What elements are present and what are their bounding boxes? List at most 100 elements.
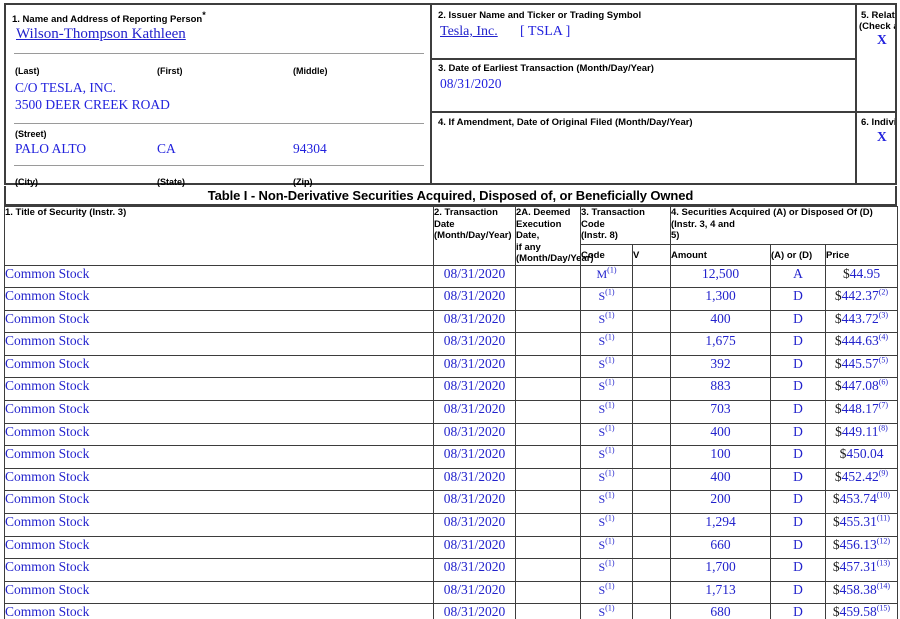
box5-checkbox-director[interactable]: X — [877, 32, 887, 48]
cell-price: $449.11(8) — [825, 422, 898, 447]
cell-a-or-d: D — [770, 558, 826, 582]
box1-label: 1. Name and Address of Reporting Person* — [12, 10, 206, 26]
cell-price: $443.72(3) — [825, 309, 898, 334]
cell-amount: 1,294 — [670, 513, 771, 537]
cell-price: $445.57(5) — [825, 354, 898, 379]
cell-title-of-security: Common Stock — [4, 332, 434, 356]
cell-transaction-code: S(1) — [580, 603, 633, 619]
cell-v-flag — [632, 535, 671, 560]
th-deemed-execution-date: 2A. Deemed Execution Date, if any (Month… — [515, 206, 594, 266]
table-row: Common Stock 08/31/2020 S(1) 703 D $448.17(7) — [4, 400, 898, 424]
cell-v-flag — [632, 354, 671, 379]
cell-deemed-date — [515, 490, 581, 515]
cell-amount: 1,675 — [670, 332, 771, 356]
street-line-2: 3500 DEER CREEK ROAD — [15, 97, 170, 112]
cell-price: $452.42(9) — [825, 467, 898, 492]
table1-body: Common Stock 08/31/2020 M(1) 12,500 A $44.95 C… — [4, 264, 898, 619]
cell-v-flag — [632, 400, 671, 424]
reporting-person-name-link[interactable]: Wilson-Thompson Kathleen — [16, 26, 186, 43]
box234-column: 2. Issuer Name and Ticker or Trading Sym… — [432, 5, 857, 183]
cell-transaction-code: M(1) — [580, 264, 633, 289]
cell-amount: 400 — [670, 422, 771, 447]
table-row: Common Stock 08/31/2020 S(1) 1,675 D $444.63(… — [4, 332, 898, 356]
table-row: Common Stock 08/31/2020 S(1) 400 D $449.11(8) — [4, 422, 898, 447]
cell-transaction-code: S(1) — [580, 445, 633, 469]
table-row: Common Stock 08/31/2020 S(1) 1,294 D $455.31(… — [4, 513, 898, 537]
cell-transaction-date: 08/31/2020 — [433, 309, 516, 334]
form4-page: 1. Name and Address of Reporting Person*… — [0, 0, 900, 619]
cell-deemed-date — [515, 513, 581, 537]
table1-header-row-1: 1. Title of Security (Instr. 3) 2. Trans… — [4, 205, 898, 266]
cell-title-of-security: Common Stock — [4, 377, 434, 402]
cell-deemed-date — [515, 377, 581, 402]
cell-transaction-date: 08/31/2020 — [433, 264, 516, 289]
table1-title: Table I - Non-Derivative Securities Acqu… — [4, 186, 897, 206]
cell-price: $44.95 — [825, 264, 898, 289]
cell-transaction-date: 08/31/2020 — [433, 445, 516, 469]
cell-transaction-code: S(1) — [580, 354, 633, 379]
cell-title-of-security: Common Stock — [4, 354, 434, 379]
cell-title-of-security: Common Stock — [4, 490, 434, 515]
box2-label: 2. Issuer Name and Ticker or Trading Sym… — [438, 10, 642, 21]
table-row: Common Stock 08/31/2020 S(1) 1,713 D $458.38(… — [4, 580, 898, 605]
cell-amount: 200 — [670, 490, 771, 515]
sublabel-first: (First) — [157, 66, 183, 76]
earliest-transaction-date: 08/31/2020 — [440, 76, 502, 91]
sublabel-middle: (Middle) — [293, 66, 328, 76]
cell-a-or-d: D — [770, 309, 826, 334]
cell-a-or-d: D — [770, 513, 826, 537]
box3-box4-divider — [432, 111, 857, 113]
street-line-1: C/O TESLA, INC. — [15, 80, 117, 95]
cell-price: $457.31(13) — [825, 558, 898, 582]
cell-title-of-security: Common Stock — [4, 445, 434, 469]
table-row: Common Stock 08/31/2020 S(1) 392 D $445.57(5) — [4, 354, 898, 379]
cell-transaction-code: S(1) — [580, 467, 633, 492]
cell-a-or-d: D — [770, 445, 826, 469]
name-divider — [14, 53, 424, 54]
cell-v-flag — [632, 377, 671, 402]
cell-price: $453.74(10) — [825, 490, 898, 515]
cell-a-or-d: D — [770, 377, 826, 402]
cell-v-flag — [632, 513, 671, 537]
form-header-block: 1. Name and Address of Reporting Person*… — [4, 3, 897, 187]
cell-v-flag — [632, 332, 671, 356]
cell-amount: 703 — [670, 400, 771, 424]
table-row: Common Stock 08/31/2020 M(1) 12,500 A $44.95 — [4, 264, 898, 289]
cell-transaction-date: 08/31/2020 — [433, 354, 516, 379]
cell-transaction-date: 08/31/2020 — [433, 603, 516, 619]
table-row: Common Stock 08/31/2020 S(1) 200 D $453.74(10… — [4, 490, 898, 515]
cell-price: $458.38(14) — [825, 580, 898, 605]
cell-amount: 400 — [670, 467, 771, 492]
issuer-name-link[interactable]: Tesla, Inc. — [440, 24, 498, 40]
cell-transaction-code: S(1) — [580, 309, 633, 334]
cell-title-of-security: Common Stock — [4, 422, 434, 447]
cell-deemed-date — [515, 558, 581, 582]
box1-asterisk: * — [202, 10, 206, 20]
cell-amount: 100 — [670, 445, 771, 469]
box5-box6-divider — [857, 111, 895, 113]
state-value: CA — [157, 141, 176, 156]
table-row: Common Stock 08/31/2020 S(1) 400 D $443.72(3) — [4, 309, 898, 334]
sublabel-street: (Street) — [15, 129, 47, 139]
cell-deemed-date — [515, 400, 581, 424]
cell-deemed-date — [515, 354, 581, 379]
cell-title-of-security: Common Stock — [4, 535, 434, 560]
cell-a-or-d: D — [770, 354, 826, 379]
th-sub-code: Code — [580, 244, 633, 266]
cell-amount: 392 — [670, 354, 771, 379]
cell-transaction-date: 08/31/2020 — [433, 287, 516, 311]
cell-transaction-date: 08/31/2020 — [433, 467, 516, 492]
box2-box3-divider — [432, 58, 857, 60]
table-row: Common Stock 08/31/2020 S(1) 400 D $452.42(9) — [4, 467, 898, 492]
box4-label: 4. If Amendment, Date of Original Filed … — [438, 117, 693, 128]
cell-transaction-code: S(1) — [580, 490, 633, 515]
box6-checkbox-individual[interactable]: X — [877, 129, 887, 145]
cell-deemed-date — [515, 467, 581, 492]
box6-label-line1: 6. Individ — [861, 117, 895, 128]
cell-transaction-code: S(1) — [580, 287, 633, 311]
cell-transaction-code: S(1) — [580, 422, 633, 447]
city-divider — [14, 165, 424, 166]
cell-transaction-code: S(1) — [580, 377, 633, 402]
th-title-of-security: 1. Title of Security (Instr. 3) — [4, 206, 434, 266]
street-divider — [14, 123, 424, 124]
